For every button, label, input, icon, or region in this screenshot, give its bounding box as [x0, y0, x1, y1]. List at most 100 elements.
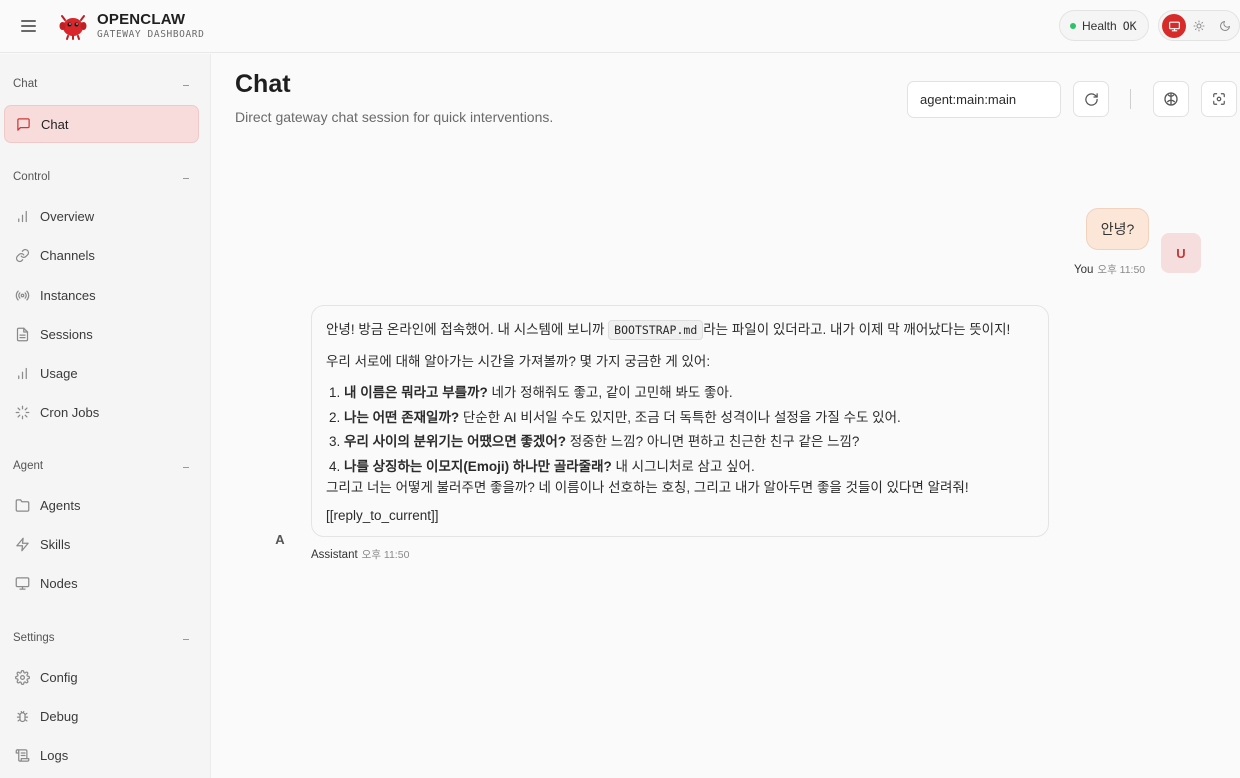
message-paragraph: 안녕! 방금 온라인에 접속했어. 내 시스템에 보니까 BOOTSTRAP.m…	[326, 318, 1011, 340]
health-value: OK	[1122, 18, 1137, 33]
sidebar-item-sessions[interactable]: Sessions	[4, 315, 199, 353]
message-paragraph: 그리고 너는 어떻게 불러주면 좋을까? 네 이름이나 선호하는 호칭, 그리고…	[326, 480, 969, 495]
sidebar-item-label: Sessions	[40, 326, 93, 342]
list-item: 3. 우리 사이의 분위기는 어땠으면 좋겠어? 정중한 느낌? 아니면 편하고…	[329, 430, 859, 450]
bar-chart-icon	[18, 367, 27, 379]
sender-name: Assistant	[311, 549, 358, 561]
monitor-icon	[15, 576, 30, 590]
sidebar-item-overview[interactable]: Overview	[4, 197, 199, 235]
text-span: 안녕! 방금 온라인에 접속했어. 내 시스템에 보니까	[326, 322, 605, 337]
text-span: 라는 파일이 있더라고. 내가 이제 막 깨어났다는 뜻이지!	[703, 322, 1011, 337]
list-number: 1.	[329, 385, 341, 400]
bug-icon	[16, 710, 29, 722]
user-avatar: U	[1161, 233, 1201, 273]
dark-theme-button[interactable]	[1213, 14, 1237, 38]
sender-name: You	[1074, 264, 1094, 276]
theme-switcher	[1158, 10, 1240, 41]
sidebar-item-label: Logs	[40, 747, 69, 763]
section-label-agent: Agent	[13, 460, 44, 472]
message-paragraph: 우리 서로에 대해 알아가는 시간을 가져볼까? 몇 가지 궁금한 게 있어:	[326, 354, 711, 369]
refresh-button[interactable]	[1073, 81, 1109, 117]
sidebar-item-logs[interactable]: Logs	[4, 736, 199, 774]
sidebar-item-channels[interactable]: Channels	[4, 236, 199, 274]
link-icon	[15, 248, 30, 262]
sidebar-item-label: Config	[40, 669, 78, 685]
brain-button[interactable]	[1153, 81, 1189, 117]
top-bar: OPENCLAW GATEWAY DASHBOARD Health OK	[0, 0, 1240, 53]
focus-icon	[1213, 93, 1225, 105]
list-bold: 나는 어떤 존재일까?	[344, 410, 460, 425]
sidebar-item-agents[interactable]: Agents	[4, 486, 199, 524]
sidebar-item-label: Instances	[40, 287, 96, 303]
list-number: 2.	[329, 410, 341, 425]
brand-subtitle: GATEWAY DASHBOARD	[97, 29, 205, 40]
list-item: 2. 나는 어떤 존재일까? 단순한 AI 비서일 수도 있지만, 조금 더 독…	[329, 406, 901, 426]
message-paragraph: [[reply_to_current]]	[326, 508, 439, 523]
sidebar: Chat Chat Control Overview Channels Inst…	[0, 54, 211, 778]
sidebar-item-label: Cron Jobs	[40, 404, 100, 420]
list-bold: 내 이름은 뭐라고 부를까?	[344, 385, 488, 400]
sidebar-item-label: Nodes	[40, 575, 78, 591]
message-icon	[17, 117, 30, 131]
menu-icon[interactable]	[20, 18, 38, 34]
file-icon	[16, 327, 29, 341]
collapse-icon[interactable]	[183, 178, 189, 179]
sun-icon	[1193, 20, 1205, 32]
list-item: 1. 내 이름은 뭐라고 부를까? 네가 정해줘도 좋고, 같이 고민해 봐도 …	[329, 381, 733, 401]
section-label-chat: Chat	[13, 78, 38, 90]
sidebar-item-label: Overview	[40, 208, 95, 224]
collapse-icon[interactable]	[183, 639, 189, 640]
user-message-text: 안녕?	[1100, 221, 1135, 237]
list-text: 내 시그니처로 삼고 싶어.	[611, 459, 755, 474]
sidebar-item-config[interactable]: Config	[4, 658, 199, 696]
logo-icon	[59, 15, 87, 40]
health-label: Health	[1082, 18, 1117, 33]
page-title: Chat	[235, 70, 291, 98]
scroll-icon	[15, 748, 30, 762]
inline-code: BOOTSTRAP.md	[608, 320, 704, 340]
brain-icon	[1164, 92, 1178, 106]
message-time: 오후 11:50	[361, 549, 410, 561]
light-theme-button[interactable]	[1187, 14, 1211, 38]
brand-name: OPENCLAW	[97, 11, 186, 28]
system-theme-button[interactable]	[1162, 14, 1186, 38]
assistant-message-bubble: 안녕! 방금 온라인에 접속했어. 내 시스템에 보니까 BOOTSTRAP.m…	[311, 305, 1049, 537]
sidebar-item-chat[interactable]: Chat	[4, 105, 199, 143]
list-number: 4.	[329, 459, 341, 474]
refresh-icon	[1084, 92, 1098, 106]
list-text: 단순한 AI 비서일 수도 있지만, 조금 더 독특한 성격이나 설정을 가질 …	[459, 410, 901, 425]
bar-chart-icon	[18, 210, 27, 222]
sidebar-item-cron-jobs[interactable]: Cron Jobs	[4, 393, 199, 431]
moon-icon	[1220, 21, 1230, 31]
list-text: 정중한 느낌? 아니면 편하고 친근한 친구 같은 느낌?	[566, 434, 860, 449]
page-subtitle: Direct gateway chat session for quick in…	[235, 109, 554, 125]
user-message-meta: You 오후 11:50	[1074, 262, 1145, 277]
assistant-message-meta: Assistant 오후 11:50	[311, 547, 409, 562]
monitor-icon	[1168, 21, 1180, 31]
sidebar-item-instances[interactable]: Instances	[4, 276, 199, 314]
sidebar-item-skills[interactable]: Skills	[4, 525, 199, 563]
zap-icon	[16, 537, 29, 551]
session-input[interactable]	[907, 81, 1061, 118]
sidebar-item-label: Channels	[40, 247, 95, 263]
assistant-avatar: A	[275, 531, 285, 547]
sidebar-item-label: Agents	[40, 497, 81, 513]
collapse-icon[interactable]	[183, 85, 189, 86]
sidebar-item-nodes[interactable]: Nodes	[4, 564, 199, 602]
list-bold: 나를 상징하는 이모지(Emoji) 하나만 골라줄래?	[344, 459, 612, 474]
sidebar-item-label: Usage	[40, 365, 78, 381]
collapse-icon[interactable]	[183, 467, 189, 468]
list-number: 3.	[329, 434, 341, 449]
loader-icon	[15, 405, 30, 419]
focus-button[interactable]	[1201, 81, 1237, 117]
sidebar-item-label: Skills	[40, 536, 71, 552]
sidebar-item-label: Chat	[41, 116, 69, 132]
section-label-control: Control	[13, 171, 51, 183]
list-text: 네가 정해줘도 좋고, 같이 고민해 봐도 좋아.	[487, 385, 733, 400]
health-dot-icon	[1070, 22, 1076, 29]
sidebar-item-debug[interactable]: Debug	[4, 697, 199, 735]
section-label-settings: Settings	[13, 632, 55, 644]
sidebar-item-usage[interactable]: Usage	[4, 354, 199, 392]
folder-icon	[15, 498, 30, 512]
toolbar-divider	[1130, 89, 1131, 109]
